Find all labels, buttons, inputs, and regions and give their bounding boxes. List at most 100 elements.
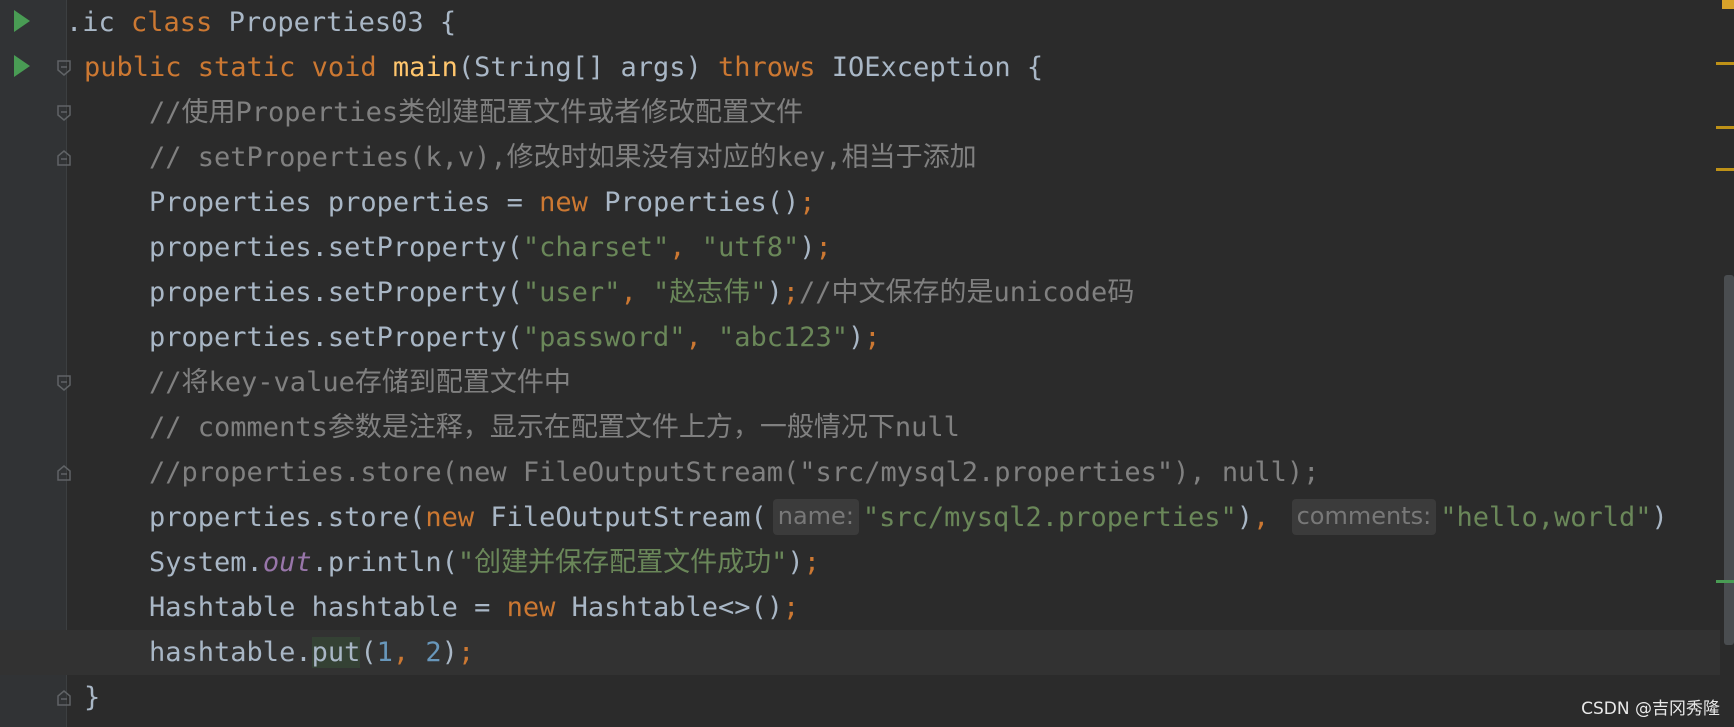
code-line-11[interactable]: //properties.store(new FileOutputStream(…	[0, 450, 1734, 495]
code-text[interactable]: Properties properties = new Properties()…	[84, 180, 816, 225]
code-text[interactable]: hashtable.put(1, 2);	[84, 630, 474, 675]
comment-token[interactable]: // setProperties(k,v),修改时如果没有对应的key,相当于添…	[84, 135, 977, 180]
code-text[interactable]: properties.setProperty("user", "赵志伟");//…	[84, 270, 1134, 315]
scrollbar-thumb[interactable]	[1724, 275, 1734, 645]
string-token: "password"	[522, 322, 686, 353]
code-line-3[interactable]: //使用Properties类创建配置文件或者修改配置文件	[0, 90, 1734, 135]
parameter-hint-comments: comments:	[1291, 499, 1437, 535]
warning-stripe-marker[interactable]	[1716, 126, 1734, 129]
code-text[interactable]: System.out.println("创建并保存配置文件成功");	[84, 540, 820, 585]
code-line-2[interactable]: public static void main(String[] args) t…	[0, 45, 1734, 90]
code-text[interactable]: properties.setProperty("password", "abc1…	[84, 315, 881, 360]
keyword-token: public static void	[84, 52, 393, 83]
string-token: "utf8"	[701, 232, 800, 263]
fold-end-icon[interactable]	[55, 149, 73, 167]
semicolon-token: ;	[783, 592, 800, 623]
keyword-token: new	[506, 592, 572, 623]
token: )	[441, 637, 458, 668]
token: (	[360, 637, 377, 668]
string-token: "charset"	[522, 232, 670, 263]
comment-token[interactable]: //将key-value存储到配置文件中	[84, 360, 571, 405]
code-line-12[interactable]: properties.store(new FileOutputStream(na…	[0, 495, 1734, 540]
watermark: CSDN @吉冈秀隆	[1581, 699, 1720, 719]
code-text[interactable]: properties.setProperty("charset", "utf8"…	[84, 225, 832, 270]
token: Properties03 {	[228, 7, 457, 38]
string-token: "赵志伟"	[652, 277, 767, 308]
warning-marker[interactable]	[1722, 0, 1734, 9]
comment-token[interactable]: //properties.store(new FileOutputStream(…	[84, 450, 1319, 495]
fold-collapse-icon[interactable]	[55, 104, 73, 122]
semicolon-token: ;	[782, 277, 800, 308]
code-line-1[interactable]: .ic class Properties03 {	[0, 0, 1734, 45]
token: )	[1236, 502, 1254, 533]
semicolon-token: ;	[815, 232, 832, 263]
string-token: "abc123"	[717, 322, 849, 353]
token: .println(	[311, 547, 458, 578]
code-line-5[interactable]: Properties properties = new Properties()…	[0, 180, 1734, 225]
static-field-token: out	[262, 547, 312, 578]
comma-token: ,	[1253, 502, 1286, 533]
token: )	[1651, 502, 1668, 533]
token: .ic	[66, 7, 132, 38]
code-text[interactable]: public static void main(String[] args) t…	[84, 45, 1043, 90]
keyword-token: throws	[717, 52, 832, 83]
token: Hashtable hashtable =	[84, 592, 507, 623]
code-text[interactable]: properties.store(new FileOutputStream(na…	[84, 495, 1668, 540]
code-editor[interactable]: .ic class Properties03 { public static v…	[0, 0, 1734, 727]
token: hashtable.	[84, 637, 312, 668]
comma-token: ,	[620, 277, 653, 308]
token: FileOutputStream(	[490, 502, 767, 533]
token: Properties()	[604, 187, 800, 218]
code-line-13[interactable]: System.out.println("创建并保存配置文件成功");	[0, 540, 1734, 585]
code-line-8[interactable]: properties.setProperty("password", "abc1…	[0, 315, 1734, 360]
string-token: "user"	[522, 277, 621, 308]
highlighted-method-token: put	[311, 637, 361, 668]
warning-stripe-marker[interactable]	[1716, 168, 1734, 171]
run-class-icon[interactable]	[14, 10, 30, 32]
token: (String[] args)	[457, 52, 718, 83]
token: properties.setProperty(	[84, 322, 523, 353]
code-line-6[interactable]: properties.setProperty("charset", "utf8"…	[0, 225, 1734, 270]
token: )	[787, 547, 804, 578]
keyword-token: class	[131, 7, 229, 38]
code-line-15-current[interactable]: hashtable.put(1, 2);	[0, 630, 1734, 675]
comment-token: //中文保存的是unicode码	[799, 277, 1135, 308]
code-line-7[interactable]: properties.setProperty("user", "赵志伟");//…	[0, 270, 1734, 315]
comma-token: ,	[685, 322, 718, 353]
semicolon-token: ;	[803, 547, 820, 578]
code-text[interactable]: Hashtable hashtable = new Hashtable<>();	[84, 585, 799, 630]
token: System.	[84, 547, 263, 578]
change-stripe-marker[interactable]	[1716, 580, 1734, 583]
fold-collapse-icon[interactable]	[55, 374, 73, 392]
semicolon-token: ;	[799, 187, 816, 218]
comment-token[interactable]: // comments参数是注释，显示在配置文件上方，一般情况下null	[84, 405, 960, 450]
token: )	[766, 277, 783, 308]
token: Properties properties =	[84, 187, 540, 218]
token: properties.store(	[84, 502, 426, 533]
code-line-10[interactable]: // comments参数是注释，显示在配置文件上方，一般情况下null	[0, 405, 1734, 450]
code-line-9[interactable]: //将key-value存储到配置文件中	[0, 360, 1734, 405]
token: )	[848, 322, 865, 353]
comma-token: ,	[392, 637, 426, 668]
fold-end-icon[interactable]	[55, 464, 73, 482]
code-line-14[interactable]: Hashtable hashtable = new Hashtable<>();	[0, 585, 1734, 630]
fold-collapse-icon[interactable]	[55, 59, 73, 77]
keyword-token: new	[539, 187, 605, 218]
comment-token[interactable]: //使用Properties类创建配置文件或者修改配置文件	[84, 90, 803, 135]
string-token: "src/mysql2.properties"	[862, 502, 1237, 533]
method-token: main	[392, 52, 458, 83]
number-token: 1	[376, 637, 393, 668]
token: )	[799, 232, 816, 263]
token: properties.setProperty(	[84, 232, 523, 263]
code-text[interactable]: .ic class Properties03 {	[66, 0, 456, 45]
string-token: "创建并保存配置文件成功"	[457, 547, 788, 578]
code-line-16[interactable]: }	[0, 675, 1734, 720]
run-main-icon[interactable]	[14, 55, 30, 77]
fold-end-icon[interactable]	[55, 689, 73, 707]
code-line-4[interactable]: // setProperties(k,v),修改时如果没有对应的key,相当于添…	[0, 135, 1734, 180]
code-text[interactable]: }	[84, 675, 100, 720]
warning-stripe-marker[interactable]	[1716, 62, 1734, 65]
semicolon-token: ;	[457, 637, 475, 668]
string-token: "hello,world"	[1440, 502, 1652, 533]
number-token: 2	[425, 637, 442, 668]
